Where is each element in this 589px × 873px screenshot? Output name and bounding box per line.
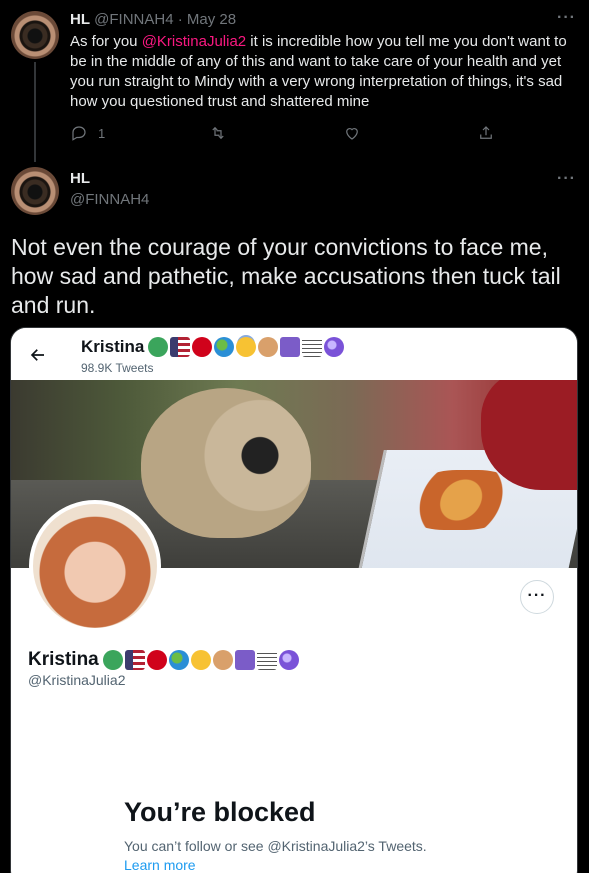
heart-icon: [346, 128, 358, 140]
red-heart-icon: [192, 337, 213, 357]
profile-avatar: [29, 500, 161, 632]
crystal-ball-icon: [278, 650, 299, 670]
share-icon: [480, 126, 492, 139]
shamrock-icon: [148, 337, 169, 357]
tweet-text-start: As for you: [70, 33, 142, 50]
blocked-title: You’re blocked: [124, 797, 316, 827]
separator: ·: [177, 11, 183, 28]
profile-handle: @KristinaJulia2: [28, 672, 126, 688]
profile-more-button: ···: [520, 580, 554, 614]
tweet-text: As for you @KristinaJulia2 it is incredi…: [70, 32, 580, 112]
tweet-text: Not even the courage of your convictions…: [11, 234, 561, 318]
retweet-button[interactable]: [209, 124, 227, 142]
retweet-icon: [212, 126, 224, 140]
reply-count: 1: [98, 125, 106, 141]
more-options-icon[interactable]: ···: [557, 9, 576, 27]
emoji-row: [102, 650, 299, 670]
red-heart-icon: [146, 650, 167, 670]
tweet-date[interactable]: May 28: [187, 11, 236, 28]
banner-dog: [141, 388, 311, 538]
musical-score-icon: [256, 650, 277, 670]
author-handle[interactable]: @FINNAH4: [94, 11, 173, 28]
learn-more-link: Learn more: [124, 857, 196, 873]
tweet-image[interactable]: Kristina 98.9K Tweets ··· Kristina @Kris…: [10, 327, 578, 873]
globe-icon: [168, 650, 189, 670]
like-button[interactable]: [343, 124, 361, 142]
profile-header-name: Kristina: [81, 337, 145, 356]
emoji-row: [148, 337, 345, 357]
back-arrow-icon: [30, 349, 44, 361]
us-flag-icon: [124, 650, 145, 670]
author-name[interactable]: HL: [70, 170, 90, 187]
peace-symbol-icon: [280, 337, 301, 357]
dog-face-icon: [212, 650, 233, 670]
globe-icon: [214, 337, 235, 357]
thread-line: [34, 62, 36, 162]
mention-link[interactable]: @KristinaJulia2: [142, 33, 246, 50]
share-button[interactable]: [477, 124, 495, 142]
tweet-actions: 1: [70, 124, 500, 144]
smiling-halo-icon: [190, 650, 211, 670]
avatar[interactable]: [11, 167, 59, 215]
peace-symbol-icon: [234, 650, 255, 670]
musical-score-icon: [302, 337, 323, 357]
dog-face-icon: [258, 337, 279, 357]
author-name[interactable]: HL: [70, 11, 90, 28]
avatar[interactable]: [11, 11, 59, 59]
profile-header-bar: Kristina 98.9K Tweets: [11, 328, 577, 380]
author-handle[interactable]: @FINNAH4: [70, 191, 149, 208]
more-options-icon[interactable]: ···: [557, 170, 576, 188]
shamrock-icon: [102, 650, 123, 670]
us-flag-icon: [170, 337, 191, 357]
smiling-halo-icon: [236, 337, 257, 357]
reply-button[interactable]: 1: [70, 124, 105, 142]
tweet-count: 98.9K Tweets: [81, 361, 154, 375]
profile-name: Kristina: [28, 649, 99, 670]
crystal-ball-icon: [324, 337, 345, 357]
profile-name-row: Kristina: [28, 649, 299, 671]
tweet-header: HL @FINNAH4 · May 28: [70, 11, 236, 29]
blocked-description: You can’t follow or see @KristinaJulia2’…: [124, 838, 427, 854]
profile-header-name-row: Kristina: [81, 337, 345, 357]
reply-icon: [72, 126, 86, 141]
